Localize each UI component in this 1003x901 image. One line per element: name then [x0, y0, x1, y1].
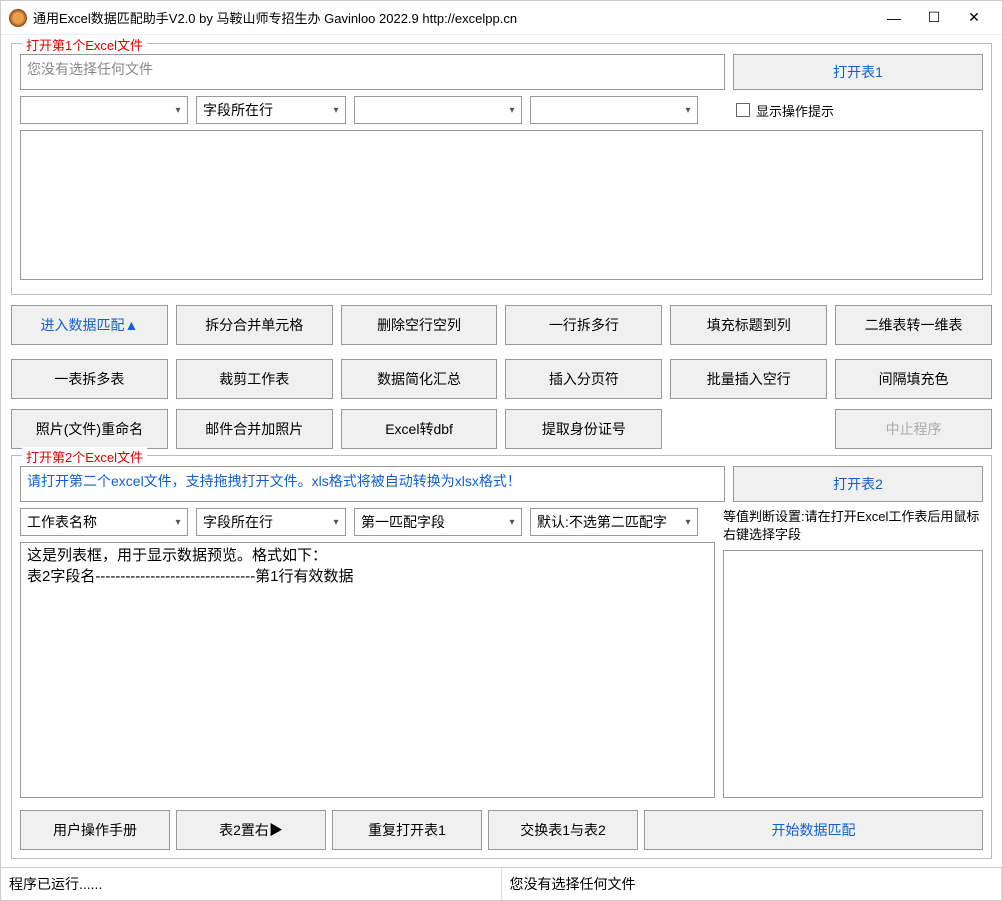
chevron-down-icon: ▾ — [327, 105, 345, 116]
file2-path-input[interactable]: 请打开第二个excel文件，支持拖拽打开文件。xls格式将被自动转换为xlsx格… — [20, 466, 725, 502]
split-merge-button[interactable]: 拆分合并单元格 — [176, 305, 333, 345]
group1-label: 打开第1个Excel文件 — [22, 35, 147, 54]
mailmerge-button[interactable]: 邮件合并加照片 — [176, 409, 333, 449]
file1-combo3[interactable]: ▾ — [354, 96, 522, 124]
tools-row3: 照片(文件)重命名 邮件合并加照片 Excel转dbf 提取身份证号 中止程序 — [11, 409, 992, 449]
file1-fieldrow-combo[interactable]: 字段所在行▾ — [196, 96, 346, 124]
rename-photo-button[interactable]: 照片(文件)重命名 — [11, 409, 168, 449]
status-right: 您没有选择任何文件 — [502, 868, 1003, 900]
show-hint-checkbox[interactable] — [736, 103, 750, 117]
table2-right-button[interactable]: 表2置右▶ — [176, 810, 326, 850]
equal-judge-list[interactable] — [723, 550, 983, 798]
group2-label: 打开第2个Excel文件 — [22, 447, 147, 466]
file1-combo4[interactable]: ▾ — [530, 96, 698, 124]
minimize-button[interactable]: — — [874, 4, 914, 32]
split-sheets-button[interactable]: 一表拆多表 — [11, 359, 168, 399]
open-table2-button[interactable]: 打开表2 — [733, 466, 983, 502]
file1-path-input[interactable]: 您没有选择任何文件 — [20, 54, 725, 90]
chevron-down-icon: ▾ — [169, 517, 187, 528]
start-match-button[interactable]: 开始数据匹配 — [644, 810, 983, 850]
tools-row1: 进入数据匹配▲ 拆分合并单元格 删除空行空列 一行拆多行 填充标题到列 二维表转… — [11, 305, 992, 345]
group-file2: 打开第2个Excel文件 请打开第二个excel文件，支持拖拽打开文件。xls格… — [11, 455, 992, 859]
swap-tables-button[interactable]: 交换表1与表2 — [488, 810, 638, 850]
chevron-down-icon: ▾ — [503, 105, 521, 116]
file2-match1-combo[interactable]: 第一匹配字段▾ — [354, 508, 522, 536]
statusbar: 程序已运行...... 您没有选择任何文件 — [1, 867, 1002, 900]
titlebar: 通用Excel数据匹配助手V2.0 by 马鞍山师专招生办 Gavinloo 2… — [1, 1, 1002, 35]
status-left: 程序已运行...... — [1, 868, 502, 900]
group-file1: 打开第1个Excel文件 您没有选择任何文件 打开表1 ▾ 字段所在行▾ ▾ ▾… — [11, 43, 992, 295]
file1-preview-list[interactable] — [20, 130, 983, 280]
crop-sheet-button[interactable]: 裁剪工作表 — [176, 359, 333, 399]
content-area: 打开第1个Excel文件 您没有选择任何文件 打开表1 ▾ 字段所在行▾ ▾ ▾… — [1, 35, 1002, 867]
chevron-down-icon: ▾ — [503, 517, 521, 528]
maximize-button[interactable]: ☐ — [914, 4, 954, 32]
split-rows-button[interactable]: 一行拆多行 — [505, 305, 662, 345]
enter-match-button[interactable]: 进入数据匹配▲ — [11, 305, 168, 345]
fill-color-button[interactable]: 间隔填充色 — [835, 359, 992, 399]
open-table1-button[interactable]: 打开表1 — [733, 54, 983, 90]
insert-empty-button[interactable]: 批量插入空行 — [670, 359, 827, 399]
fill-title-button[interactable]: 填充标题到列 — [670, 305, 827, 345]
file2-fieldrow-combo[interactable]: 字段所在行▾ — [196, 508, 346, 536]
file2-preview-list[interactable]: 这是列表框，用于显示数据预览。格式如下： 表2字段名--------------… — [20, 542, 715, 798]
window-title: 通用Excel数据匹配助手V2.0 by 马鞍山师专招生办 Gavinloo 2… — [33, 8, 874, 27]
simplify-button[interactable]: 数据简化汇总 — [341, 359, 498, 399]
excel2dbf-button[interactable]: Excel转dbf — [341, 409, 498, 449]
delete-empty-button[interactable]: 删除空行空列 — [341, 305, 498, 345]
tools-row2: 一表拆多表 裁剪工作表 数据简化汇总 插入分页符 批量插入空行 间隔填充色 — [11, 359, 992, 399]
main-window: 通用Excel数据匹配助手V2.0 by 马鞍山师专招生办 Gavinloo 2… — [0, 0, 1003, 901]
chevron-down-icon: ▾ — [679, 105, 697, 116]
chevron-down-icon: ▾ — [169, 105, 187, 116]
abort-button[interactable]: 中止程序 — [835, 409, 992, 449]
extract-id-button[interactable]: 提取身份证号 — [505, 409, 662, 449]
show-hint-label: 显示操作提示 — [756, 101, 834, 120]
manual-button[interactable]: 用户操作手册 — [20, 810, 170, 850]
app-icon — [9, 9, 27, 27]
reopen-table1-button[interactable]: 重复打开表1 — [332, 810, 482, 850]
file2-sheet-combo[interactable]: 工作表名称▾ — [20, 508, 188, 536]
chevron-down-icon: ▾ — [679, 517, 697, 528]
file1-sheet-combo[interactable]: ▾ — [20, 96, 188, 124]
chevron-down-icon: ▾ — [327, 517, 345, 528]
equal-judge-label: 等值判断设置:请在打开Excel工作表后用鼠标右键选择字段 — [723, 508, 983, 544]
close-button[interactable]: ✕ — [954, 4, 994, 32]
file2-match2-combo[interactable]: 默认:不选第二匹配字▾ — [530, 508, 698, 536]
pivot-button[interactable]: 二维表转一维表 — [835, 305, 992, 345]
pagebreak-button[interactable]: 插入分页符 — [505, 359, 662, 399]
